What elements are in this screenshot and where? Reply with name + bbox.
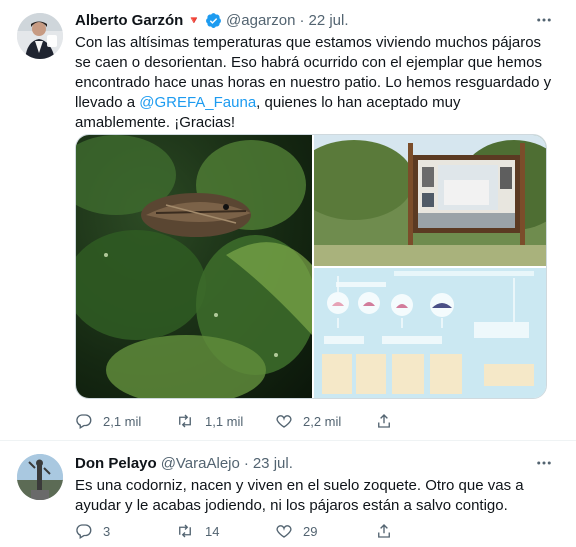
like-button[interactable]: 29: [275, 522, 375, 540]
author-handle[interactable]: @agarzon: [226, 12, 295, 29]
verified-badge-icon: [205, 12, 222, 29]
retweet-icon: [179, 414, 191, 428]
tweet-text: Es una codorniz, nacen y viven en el sue…: [75, 477, 524, 514]
retweet-icon: [179, 524, 191, 538]
photo-infographic[interactable]: [314, 268, 546, 398]
like-count: 29: [303, 523, 318, 539]
reply-icon: [76, 524, 92, 539]
tweet-date[interactable]: 23 jul.: [253, 455, 293, 472]
more-options-icon[interactable]: [534, 453, 554, 473]
like-button[interactable]: 2,2 mil: [275, 412, 375, 430]
author-handle[interactable]: @VaraAlejo: [161, 455, 240, 472]
separator-dot: ·: [299, 11, 305, 29]
reply-button[interactable]: 2,1 mil: [75, 412, 175, 430]
retweet-button[interactable]: 1,1 mil: [175, 412, 275, 430]
author-name[interactable]: Don Pelayo: [75, 455, 157, 472]
tweet-actions: 2,1 mil 1,1 mil 2,2 mil: [75, 412, 475, 430]
retweet-count: 14: [205, 523, 220, 539]
tweet-actions: 3 14 29: [75, 522, 475, 540]
tweet-header: Don Pelayo @VaraAlejo · 23 jul.: [75, 453, 293, 473]
share-icon: [378, 524, 390, 538]
separator-dot: ·: [243, 454, 249, 472]
author-name[interactable]: Alberto Garzón: [75, 12, 183, 29]
reply-count: 3: [103, 523, 111, 539]
reply-icon: [76, 414, 92, 429]
retweet-button[interactable]: 14: [175, 522, 275, 540]
avatar[interactable]: [17, 13, 63, 59]
avatar[interactable]: [17, 454, 63, 500]
share-button[interactable]: [375, 522, 475, 540]
more-options-icon[interactable]: [534, 10, 554, 30]
heart-icon: [276, 525, 292, 538]
retweet-count: 1,1 mil: [205, 413, 244, 429]
photo-bird-in-leaves[interactable]: [76, 135, 316, 398]
tweet-text: Con las altísimas temperaturas que estam…: [75, 33, 553, 133]
tweet-header: Alberto Garzón 🔻 @agarzon · 22 jul.: [75, 10, 349, 30]
media-grid: [75, 134, 547, 399]
share-button[interactable]: [375, 412, 475, 430]
tweet[interactable]: Alberto Garzón 🔻 @agarzon · 22 jul. Con …: [0, 0, 576, 441]
heart-icon: [276, 415, 292, 428]
photo-information-sign[interactable]: [294, 135, 546, 266]
red-triangle-icon: 🔻: [187, 14, 202, 27]
share-icon: [378, 414, 390, 428]
tweet-date[interactable]: 22 jul.: [308, 12, 348, 29]
mention-link[interactable]: @GREFA_Fauna: [139, 94, 256, 111]
like-count: 2,2 mil: [303, 413, 342, 429]
reply-count: 2,1 mil: [103, 413, 142, 429]
reply-button[interactable]: 3: [75, 522, 175, 540]
